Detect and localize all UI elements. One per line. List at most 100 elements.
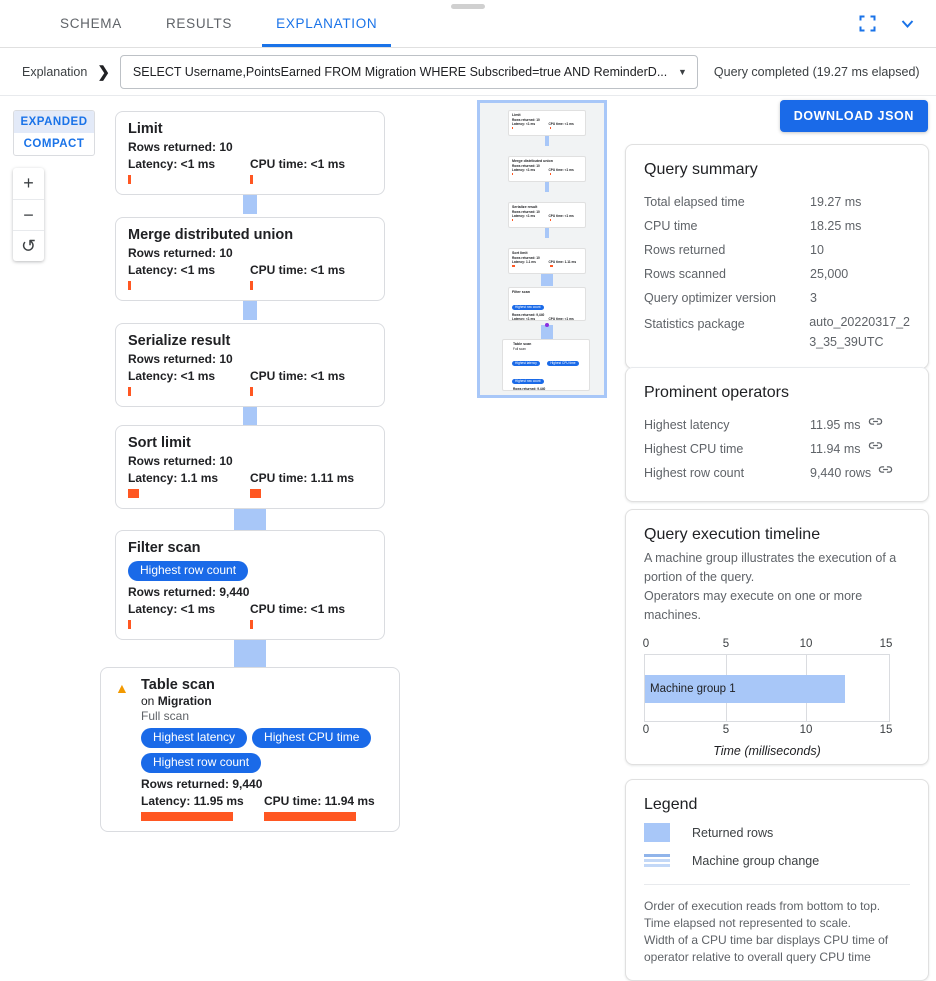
- node-badges: Highest row count: [128, 561, 372, 581]
- tab-schema[interactable]: SCHEMA: [38, 0, 144, 47]
- node-title: Merge distributed union: [128, 227, 294, 243]
- operator-value: 9,440 rows: [810, 466, 872, 480]
- link-icon[interactable]: [878, 461, 893, 485]
- minimap-node: Sort limit Rows returned: 10 Latency: 1.…: [508, 248, 586, 274]
- node-latency-label: Latency: 1.1 ms: [128, 471, 219, 485]
- minimap-node-cpu: CPU time: <1 ms: [548, 214, 574, 218]
- legend-title: Legend: [644, 796, 698, 813]
- plan-node-filter-scan[interactable]: Filter scan Highest row count Rows retur…: [115, 530, 385, 640]
- minimap-node-title: Sort limit: [512, 251, 528, 255]
- timeline-x-axis-label: Time (milliseconds): [713, 744, 821, 758]
- summary-row: Rows scanned 25,000: [644, 262, 910, 286]
- tab-list: SCHEMA RESULTS EXPLANATION: [38, 0, 399, 47]
- node-metrics: Latency: <1 ms CPU time: <1 ms: [128, 601, 372, 629]
- node-rows-returned: Rows returned: 10: [128, 140, 233, 154]
- node-cpu-bar: [250, 489, 261, 498]
- plan-node-merge-distributed-union[interactable]: Merge distributed union Rows returned: 1…: [115, 217, 385, 301]
- summary-row: Statistics package auto_20220317_2 3_35_3…: [644, 310, 910, 352]
- summary-value: 19.27 ms: [810, 195, 862, 209]
- query-select[interactable]: SELECT Username,PointsEarned FROM Migrat…: [119, 54, 698, 89]
- plan-node-sort-limit[interactable]: Sort limit Rows returned: 10 Latency: 1.…: [115, 425, 385, 509]
- timeline-description: A machine group illustrates the executio…: [644, 551, 897, 622]
- summary-key: CPU time: [644, 219, 698, 233]
- badge-highest-latency: Highest latency: [141, 728, 248, 748]
- chevron-down-icon[interactable]: [894, 11, 920, 37]
- query-summary-card: Query summary Total elapsed time 19.27 ms…: [625, 144, 929, 369]
- node-latency-bar: [141, 812, 233, 821]
- node-cpu-metric: CPU time: <1 ms: [250, 156, 372, 184]
- timeline-bar-machine-group-1[interactable]: Machine group 1: [645, 675, 845, 703]
- node-latency-label: Latency: <1 ms: [128, 157, 216, 171]
- minimap-node-title: Limit: [512, 113, 521, 117]
- minimap-node-cpu: CPU time: <1 ms: [548, 317, 574, 321]
- summary-row: CPU time 18.25 ms: [644, 214, 910, 238]
- node-latency-label: Latency: <1 ms: [128, 369, 216, 383]
- axis-tick: 15: [879, 638, 893, 650]
- node-latency-label: Latency: 11.95 ms: [141, 794, 244, 808]
- node-rows-returned: Rows returned: 9,440: [128, 585, 250, 599]
- graph-minimap[interactable]: Limit Rows returned: 10 Latency: <1 ms CP…: [477, 100, 607, 398]
- query-status: Query completed (19.27 ms elapsed): [713, 64, 920, 79]
- node-cpu-bar: [250, 387, 253, 396]
- node-cpu-label: CPU time: 1.11 ms: [250, 471, 355, 485]
- minimap-node-title: Merge distributed union: [512, 159, 553, 163]
- node-cpu-label: CPU time: <1 ms: [250, 263, 346, 277]
- timeline-axis-bottom: 0 5 10 15: [643, 724, 893, 738]
- plan-node-serialize-result[interactable]: Serialize result Rows returned: 10 Laten…: [115, 323, 385, 407]
- summary-row: Total elapsed time 19.27 ms: [644, 190, 910, 214]
- node-title: Table scan: [141, 677, 215, 693]
- minimap-node: Table scan Full scan Highest latency Hig…: [502, 339, 590, 391]
- node-title: Limit: [128, 121, 163, 137]
- node-cpu-bar: [250, 175, 253, 184]
- timeline-plot-area: Machine group 1: [644, 654, 890, 722]
- node-title: Sort limit: [128, 435, 191, 451]
- node-cpu-label: CPU time: <1 ms: [250, 602, 346, 616]
- fullscreen-icon[interactable]: [854, 11, 880, 37]
- plan-node-limit[interactable]: Limit Rows returned: 10 Latency: <1 ms C…: [115, 111, 385, 195]
- node-latency-label: Latency: <1 ms: [128, 602, 216, 616]
- node-scan-type: Full scan: [141, 709, 190, 723]
- node-cpu-metric: CPU time: <1 ms: [250, 368, 372, 396]
- legend-item-machine-group-change: Machine group change: [644, 851, 910, 870]
- node-metrics: Latency: <1 ms CPU time: <1 ms: [128, 368, 372, 396]
- legend-label: Machine group change: [692, 853, 820, 868]
- node-latency-metric: Latency: 1.1 ms: [128, 470, 250, 498]
- summary-value: 3: [810, 291, 817, 305]
- node-latency-metric: Latency: 11.95 ms: [141, 793, 264, 821]
- tab-results[interactable]: RESULTS: [144, 0, 254, 47]
- link-icon[interactable]: [868, 413, 883, 437]
- node-latency-metric: Latency: <1 ms: [128, 368, 250, 396]
- prominent-operators-card: Prominent operators Highest latency 11.9…: [625, 367, 929, 502]
- node-subtitle-target: Migration: [157, 694, 212, 708]
- tab-explanation[interactable]: EXPLANATION: [254, 0, 399, 47]
- timeline-chart: 0 5 10 15 Machine group 1 0 5 10 15 Time…: [642, 638, 910, 758]
- summary-key: Rows returned: [644, 243, 726, 257]
- minimap-node-latency: Latency: <1 ms: [512, 122, 536, 126]
- link-icon[interactable]: [868, 437, 883, 461]
- minimap-node-latency: Latency: <1 ms: [512, 214, 536, 218]
- node-rows-returned: Rows returned: 9,440: [141, 777, 263, 791]
- summary-row: Query optimizer version 3: [644, 286, 910, 310]
- node-latency-metric: Latency: <1 ms: [128, 262, 250, 290]
- download-json-button[interactable]: DOWNLOAD JSON: [779, 100, 928, 132]
- axis-tick: 15: [879, 724, 893, 736]
- timeline-bar-label: Machine group 1: [650, 683, 736, 695]
- minimap-node: Limit Rows returned: 10 Latency: <1 ms CP…: [508, 110, 586, 136]
- plan-node-table-scan[interactable]: ▲ Table scan on Migration Full scan High…: [100, 667, 400, 832]
- node-rows-returned: Rows returned: 10: [128, 352, 233, 366]
- operator-key: Highest row count: [644, 466, 745, 480]
- machine-group-change-swatch: [644, 851, 670, 870]
- execution-plan-graph[interactable]: Limit Rows returned: 10 Latency: <1 ms C…: [0, 96, 470, 972]
- query-select-value: SELECT Username,PointsEarned FROM Migrat…: [132, 64, 668, 79]
- legend-label: Returned rows: [692, 825, 774, 840]
- minimap-node-title: Table scan: [513, 342, 532, 346]
- minimap-node-latency: Latency: <1 ms: [512, 168, 536, 172]
- minimap-badge: Highest latency: [512, 361, 540, 366]
- node-latency-metric: Latency: <1 ms: [128, 156, 250, 184]
- node-rows-returned: Rows returned: 10: [128, 454, 233, 468]
- node-badges: Highest latency Highest CPU time Highest…: [141, 728, 387, 773]
- node-latency-bar: [128, 281, 131, 290]
- node-subtitle: on Migration: [141, 694, 387, 709]
- badge-highest-row-count: Highest row count: [141, 753, 262, 773]
- axis-tick: 0: [642, 638, 650, 650]
